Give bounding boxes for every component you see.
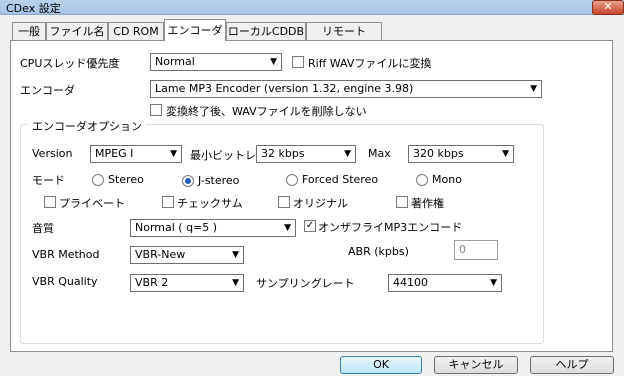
cancel-button[interactable]: キャンセル <box>434 356 518 374</box>
cpu-priority-label: CPUスレッド優先度 <box>20 57 120 70</box>
chevron-down-icon: ▼ <box>232 278 239 288</box>
close-button[interactable]: ✕ <box>592 0 624 15</box>
mode-label: モード <box>32 174 65 187</box>
vbr-method-value: VBR-New <box>135 248 186 261</box>
vbr-quality-label: VBR Quality <box>32 275 98 288</box>
chevron-down-icon: ▼ <box>530 84 537 94</box>
mode-radio-forced-stereo[interactable] <box>286 174 298 186</box>
copyright-checkbox[interactable] <box>396 196 408 208</box>
samplerate-select[interactable]: 44100 ▼ <box>388 274 502 292</box>
abr-label: ABR (kpbs) <box>348 245 409 258</box>
encoder-options-title: エンコーダオプション <box>28 118 146 134</box>
quality-value: Normal ( q=5 ) <box>135 221 218 234</box>
quality-select[interactable]: Normal ( q=5 ) ▼ <box>130 219 296 237</box>
chevron-down-icon: ▼ <box>344 149 351 159</box>
check-icon: ✓ <box>305 220 315 231</box>
chevron-down-icon: ▼ <box>502 149 509 159</box>
samplerate-value: 44100 <box>393 276 428 289</box>
vbr-method-select[interactable]: VBR-New ▼ <box>130 246 244 264</box>
private-label: プライベート <box>59 197 125 210</box>
chevron-down-icon: ▼ <box>284 223 291 233</box>
min-bitrate-value: 32 kbps <box>261 147 305 160</box>
encoder-select[interactable]: Lame MP3 Encoder (version 1.32, engine 3… <box>150 80 542 98</box>
tab-general[interactable]: 一般 <box>12 22 46 40</box>
original-label: オリジナル <box>293 197 348 210</box>
chevron-down-icon: ▼ <box>232 250 239 260</box>
version-label: Version <box>32 147 73 160</box>
cpu-priority-select[interactable]: Normal ▼ <box>150 53 282 71</box>
mode-mono-label: Mono <box>432 173 462 186</box>
copyright-label: 著作権 <box>411 197 444 210</box>
chevron-down-icon: ▼ <box>490 278 497 288</box>
encoder-label: エンコーダ <box>20 84 75 97</box>
mode-forced-stereo-label: Forced Stereo <box>302 173 379 186</box>
original-checkbox[interactable] <box>278 196 290 208</box>
version-value: MPEG I <box>95 147 134 160</box>
tab-local-cddb[interactable]: ローカルCDDB <box>226 22 306 40</box>
cpu-priority-value: Normal <box>155 55 195 68</box>
samplerate-label: サンプリングレート <box>256 277 355 290</box>
help-button[interactable]: ヘルプ <box>530 356 614 374</box>
checksum-checkbox[interactable] <box>162 196 174 208</box>
max-bitrate-select[interactable]: 320 kbps ▼ <box>408 145 514 163</box>
min-bitrate-select[interactable]: 32 kbps ▼ <box>256 145 356 163</box>
mode-radio-stereo[interactable] <box>92 174 104 186</box>
title-bar <box>0 0 624 15</box>
mode-radio-jstereo[interactable] <box>182 175 194 187</box>
private-checkbox[interactable] <box>44 196 56 208</box>
radio-selected-dot <box>185 178 191 184</box>
chevron-down-icon: ▼ <box>170 149 177 159</box>
vbr-quality-select[interactable]: VBR 2 ▼ <box>130 274 244 292</box>
tab-remote-cddb[interactable]: リモートCDDB <box>306 22 382 56</box>
keep-wav-checkbox[interactable] <box>150 104 162 116</box>
checksum-label: チェックサム <box>177 197 243 210</box>
tab-cdrom[interactable]: CD ROM <box>108 22 164 40</box>
riff-wav-checkbox[interactable] <box>292 56 304 68</box>
vbr-method-label: VBR Method <box>32 248 100 261</box>
version-select[interactable]: MPEG I ▼ <box>90 145 182 163</box>
min-bitrate-label: 最小ビットレ <box>190 149 256 162</box>
max-bitrate-value: 320 kbps <box>413 147 464 160</box>
tab-filename[interactable]: ファイル名 <box>46 22 108 40</box>
mode-jstereo-label: J-stereo <box>198 174 240 187</box>
vbr-quality-value: VBR 2 <box>135 276 169 289</box>
ok-button[interactable]: OK <box>340 356 422 374</box>
encoder-value: Lame MP3 Encoder (version 1.32, engine 3… <box>155 82 414 95</box>
max-bitrate-label: Max <box>368 147 391 160</box>
quality-label: 音質 <box>32 222 54 235</box>
onthefly-checkbox[interactable]: ✓ <box>304 220 316 232</box>
onthefly-label: オンザフライMP3エンコード <box>318 221 463 234</box>
chevron-down-icon: ▼ <box>270 57 277 67</box>
close-icon: ✕ <box>603 0 613 13</box>
tab-encoder[interactable]: エンコーダ <box>164 19 226 41</box>
abr-input[interactable]: 0 <box>454 240 498 260</box>
window-title: CDex 設定 <box>6 2 61 15</box>
mode-radio-mono[interactable] <box>416 174 428 186</box>
mode-stereo-label: Stereo <box>108 173 144 186</box>
keep-wav-label: 変換終了後、WAVファイルを削除しない <box>166 105 367 118</box>
riff-wav-label: Riff WAVファイルに変換 <box>308 57 432 70</box>
